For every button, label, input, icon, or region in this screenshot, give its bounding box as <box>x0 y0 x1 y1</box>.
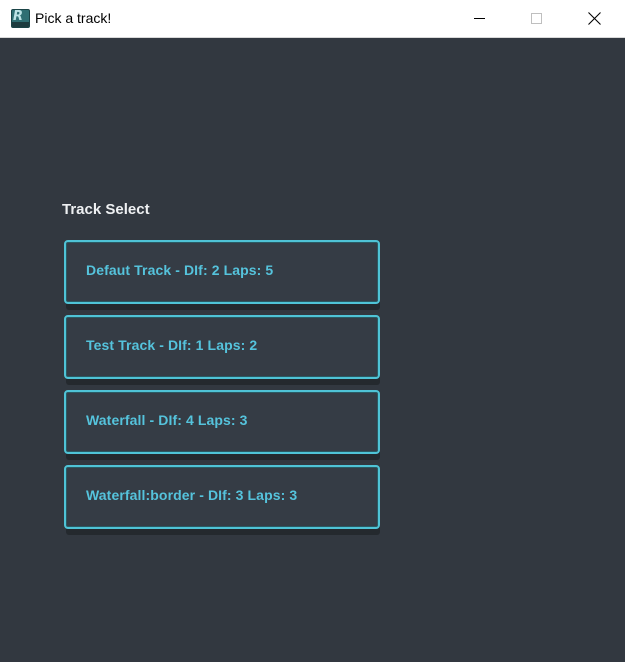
track-label: Test Track - DIf: 1 Laps: 2 <box>86 337 258 353</box>
section-title: Track Select <box>62 201 150 218</box>
track-button-waterfall-border[interactable]: Waterfall:border - DIf: 3 Laps: 3 <box>64 465 382 540</box>
window-title: Pick a track! <box>35 10 112 26</box>
minimize-button[interactable] <box>456 0 502 37</box>
track-label: Defaut Track - DIf: 2 Laps: 5 <box>86 262 274 278</box>
track-label: Waterfall:border - DIf: 3 Laps: 3 <box>86 487 298 503</box>
close-button[interactable] <box>571 0 617 37</box>
maximize-button[interactable] <box>513 0 559 37</box>
maximize-icon <box>530 13 542 24</box>
close-icon <box>587 12 601 25</box>
window-titlebar[interactable]: R Pick a track! <box>0 0 625 38</box>
track-button-default[interactable]: Defaut Track - DIf: 2 Laps: 5 <box>64 240 382 315</box>
track-button-waterfall[interactable]: Waterfall - DIf: 4 Laps: 3 <box>64 390 382 465</box>
race-game-icon: R <box>11 9 30 28</box>
track-button-test[interactable]: Test Track - DIf: 1 Laps: 2 <box>64 315 382 390</box>
track-list: Defaut Track - DIf: 2 Laps: 5 Test Track… <box>64 240 382 540</box>
track-label: Waterfall - DIf: 4 Laps: 3 <box>86 412 248 428</box>
track-select-panel: Track Select Defaut Track - DIf: 2 Laps:… <box>0 38 625 662</box>
minimize-icon <box>473 18 485 19</box>
